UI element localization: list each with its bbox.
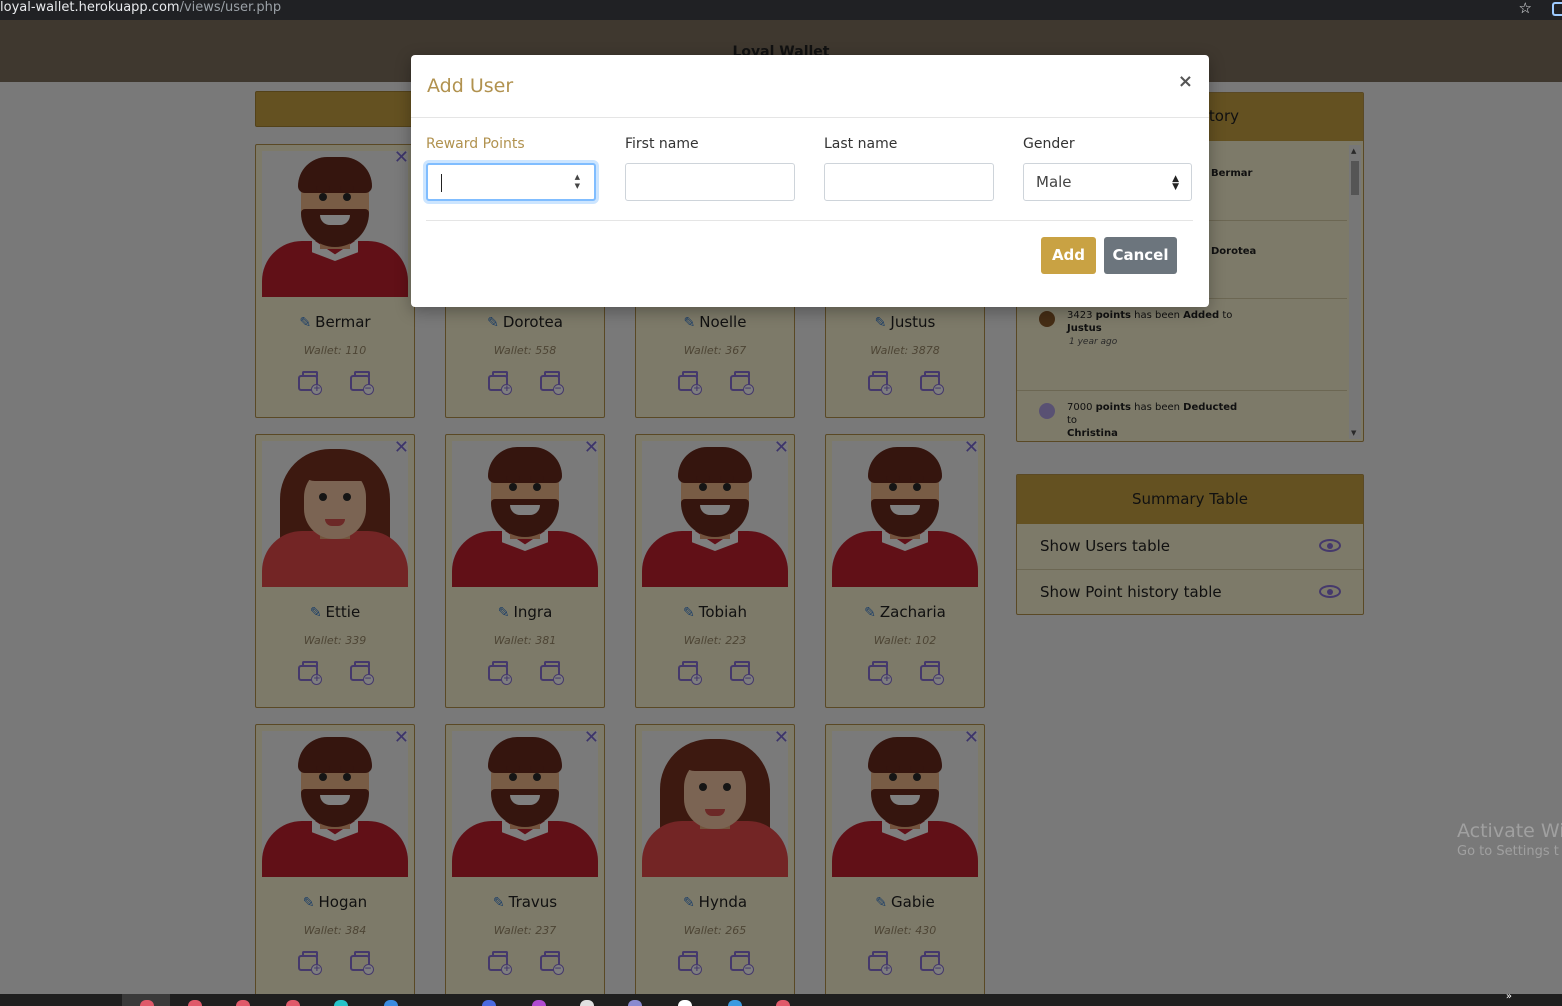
add-user-modal: Add User × Reward Points ▲ ▼ First name L…	[411, 55, 1209, 307]
close-icon[interactable]: ×	[1178, 71, 1193, 92]
taskbar-app-icon[interactable]	[286, 1000, 300, 1006]
cancel-button[interactable]: Cancel	[1104, 237, 1177, 274]
taskbar-app-icon[interactable]	[384, 1000, 398, 1006]
taskbar-app-icon[interactable]	[532, 1000, 546, 1006]
select-arrows-icon: ▲ ▼	[1172, 174, 1179, 192]
gender-field: Gender Male ▲ ▼	[1023, 136, 1193, 201]
windows-activation-watermark: Activate Wi Go to Settings t	[1457, 820, 1562, 859]
taskbar-app-icon[interactable]	[728, 1000, 742, 1006]
taskbar-app-icon[interactable]	[628, 1000, 642, 1006]
modal-header: Add User ×	[411, 55, 1209, 118]
watermark-line1: Activate Wi	[1457, 820, 1562, 842]
add-button[interactable]: Add	[1041, 237, 1096, 274]
url-host: loyal-wallet.herokuapp.com	[0, 0, 180, 15]
extension-icon[interactable]	[1552, 2, 1562, 16]
reward-points-label: Reward Points	[426, 136, 525, 152]
modal-title: Add User	[427, 75, 514, 97]
taskbar-app-icon[interactable]	[482, 1000, 496, 1006]
reward-points-field: Reward Points ▲ ▼	[426, 136, 596, 201]
url-path: /views/user.php	[179, 0, 282, 15]
first-name-field: First name	[625, 136, 795, 201]
last-name-input[interactable]	[824, 163, 994, 201]
first-name-input[interactable]	[625, 163, 795, 201]
modal-footer-divider	[426, 220, 1193, 221]
watermark-line2: Go to Settings t	[1457, 844, 1559, 859]
taskbar-app-icon[interactable]	[334, 1000, 348, 1006]
taskbar-app-icon[interactable]	[678, 1000, 692, 1006]
number-spinner-icon[interactable]: ▲ ▼	[575, 173, 580, 191]
os-taskbar: »	[0, 991, 1562, 1006]
text-cursor	[441, 174, 442, 192]
reward-points-input[interactable]: ▲ ▼	[426, 163, 596, 201]
taskbar-app-icon[interactable]	[580, 1000, 594, 1006]
gender-select[interactable]: Male ▲ ▼	[1023, 163, 1192, 201]
last-name-label: Last name	[824, 136, 898, 152]
first-name-label: First name	[625, 136, 699, 152]
chevron-right-icon[interactable]: »	[1506, 991, 1512, 1002]
gender-label: Gender	[1023, 136, 1075, 152]
taskbar-app-icon[interactable]	[236, 1000, 250, 1006]
star-icon[interactable]: ☆	[1519, 0, 1532, 16]
last-name-field: Last name	[824, 136, 994, 201]
taskbar-app-icon[interactable]	[776, 1000, 790, 1006]
gender-selected-value: Male	[1036, 173, 1072, 191]
taskbar-app-icon[interactable]	[188, 1000, 202, 1006]
browser-address-bar[interactable]: loyal-wallet.herokuapp.com/views/user.ph…	[0, 0, 1562, 20]
taskbar-app-icon[interactable]	[140, 1000, 154, 1006]
